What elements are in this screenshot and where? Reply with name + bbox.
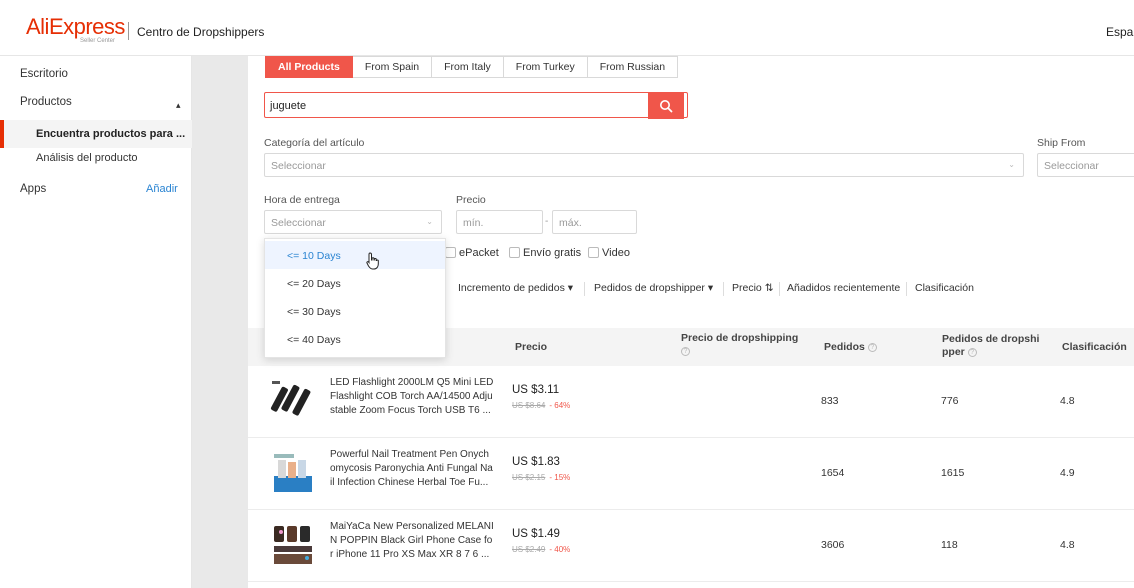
delivery-label: Hora de entrega — [264, 194, 340, 206]
orders-value: 833 — [821, 395, 839, 407]
product-old-price: US $2.15- 15% — [512, 473, 571, 482]
sort-dropshipper-orders[interactable]: Pedidos de dropshipper ▾ — [594, 282, 713, 294]
orders-value: 1654 — [821, 467, 845, 479]
video-label: Video — [602, 247, 630, 259]
dropdown-option-30-days[interactable]: <= 30 Days — [265, 297, 445, 325]
sort-recently-added[interactable]: Añadidos recientemente — [787, 282, 900, 294]
sidebar-item-encuentra-productos[interactable]: Encuentra productos para ... — [0, 120, 192, 148]
rating-value: 4.9 — [1060, 467, 1075, 479]
column-price: Precio — [515, 341, 548, 353]
product-price: US $3.11 — [512, 384, 560, 396]
sort-rating[interactable]: Clasificación — [915, 282, 974, 294]
dropdown-option-10-days[interactable]: <= 10 Days — [265, 241, 445, 269]
sort-order-increase[interactable]: Incremento de pedidos ▾ — [458, 282, 573, 294]
product-image[interactable] — [270, 450, 316, 496]
tab-all-products[interactable]: All Products — [265, 56, 353, 78]
table-row[interactable]: LED Flashlight 2000LM Q5 Mini LED Flashl… — [248, 366, 1134, 438]
free-shipping-label: Envío gratis — [523, 247, 582, 259]
column-dropship-price: Precio de dropshipping ? — [681, 332, 799, 356]
add-app-link[interactable]: Añadir — [146, 183, 178, 195]
logo-divider — [128, 22, 129, 40]
tab-from-turkey[interactable]: From Turkey — [503, 56, 588, 78]
discount-badge: - 15% — [549, 473, 571, 482]
discount-badge: - 40% — [549, 545, 571, 554]
source-tabs: All Products From Spain From Italy From … — [265, 56, 679, 78]
sidebar: Escritorio Productos ▴ Encuentra product… — [0, 56, 192, 588]
dropshipper-orders-value: 118 — [941, 539, 958, 551]
search-button[interactable] — [648, 93, 684, 119]
chevron-down-icon: ⌄ — [1008, 160, 1015, 169]
help-icon[interactable]: ? — [967, 347, 977, 357]
product-price: US $1.49 — [512, 528, 560, 540]
chevron-down-icon: ⌄ — [426, 217, 433, 226]
help-icon[interactable]: ? — [867, 342, 877, 352]
product-name[interactable]: Powerful Nail Treatment Pen Onych omycos… — [330, 448, 502, 490]
product-price: US $1.83 — [512, 456, 560, 468]
price-max-input[interactable]: máx. — [552, 210, 637, 234]
discount-badge: - 64% — [549, 401, 571, 410]
top-bar: AliExpress Seller Center Centro de Drops… — [0, 0, 1134, 56]
sort-price[interactable]: Precio ⇅ — [732, 282, 774, 294]
sort-arrows-icon: ⇅ — [764, 282, 774, 294]
product-name[interactable]: MaiYaCa New Personalized MELANI N POPPIN… — [330, 520, 502, 562]
dropdown-option-20-days[interactable]: <= 20 Days — [265, 269, 445, 297]
search-input[interactable]: juguete — [264, 92, 688, 118]
language-selector[interactable]: Espa — [1106, 25, 1134, 39]
caret-down-icon: ▾ — [707, 282, 714, 294]
help-icon[interactable]: ? — [681, 346, 690, 356]
price-label: Precio — [456, 194, 486, 206]
sidebar-item-apps[interactable]: Apps — [20, 183, 46, 195]
rating-value: 4.8 — [1060, 395, 1075, 407]
sidebar-item-analisis[interactable]: Análisis del producto — [36, 152, 138, 164]
tab-from-russian[interactable]: From Russian — [587, 56, 679, 78]
column-orders: Pedidos ? — [824, 341, 877, 354]
ship-from-select[interactable]: Seleccionar — [1037, 153, 1134, 177]
delivery-select[interactable]: Seleccionar ⌄ — [264, 210, 442, 234]
category-label: Categoría del artículo — [264, 137, 365, 149]
product-name[interactable]: LED Flashlight 2000LM Q5 Mini LED Flashl… — [330, 376, 502, 418]
epacket-label: ePacket — [459, 247, 499, 259]
free-shipping-checkbox[interactable] — [509, 247, 520, 258]
dropdown-option-40-days[interactable]: <= 40 Days — [265, 325, 445, 353]
dropshipper-orders-value: 776 — [941, 395, 959, 407]
epacket-checkbox[interactable] — [445, 247, 456, 258]
product-image[interactable] — [270, 378, 316, 424]
column-dropshipper-orders: Pedidos de dropshi pper ? — [942, 333, 1040, 358]
product-old-price: US $2.49- 40% — [512, 545, 571, 554]
page-title: Centro de Dropshippers — [137, 25, 265, 39]
chevron-up-icon[interactable]: ▴ — [176, 100, 181, 111]
hand-cursor-icon — [366, 252, 379, 270]
divider — [723, 282, 724, 296]
caret-down-icon: ▾ — [567, 282, 574, 294]
aliexpress-logo[interactable]: AliExpress Seller Center — [26, 14, 125, 44]
product-old-price: US $8.64- 64% — [512, 401, 571, 410]
price-range-dash: - — [545, 216, 549, 227]
dropshipper-orders-value: 1615 — [941, 467, 965, 479]
column-rating: Clasificación — [1062, 341, 1127, 353]
divider — [584, 282, 585, 296]
divider — [906, 282, 907, 296]
search-icon — [660, 100, 673, 113]
ship-from-label: Ship From — [1037, 137, 1086, 149]
delivery-dropdown-menu: <= 10 Days <= 20 Days <= 30 Days <= 40 D… — [264, 238, 446, 358]
product-image[interactable] — [270, 522, 316, 568]
video-checkbox[interactable] — [588, 247, 599, 258]
content-gutter — [192, 56, 248, 588]
table-row[interactable]: Powerful Nail Treatment Pen Onych omycos… — [248, 438, 1134, 510]
tab-from-italy[interactable]: From Italy — [432, 56, 504, 78]
table-row[interactable]: MaiYaCa New Personalized MELANI N POPPIN… — [248, 510, 1134, 582]
divider — [779, 282, 780, 296]
rating-value: 4.8 — [1060, 539, 1075, 551]
category-select[interactable]: Seleccionar ⌄ — [264, 153, 1024, 177]
sidebar-item-escritorio[interactable]: Escritorio — [20, 68, 68, 80]
price-min-input[interactable]: mín. — [456, 210, 543, 234]
sidebar-item-productos[interactable]: Productos — [20, 96, 72, 108]
orders-value: 3606 — [821, 539, 845, 551]
tab-from-spain[interactable]: From Spain — [352, 56, 433, 78]
